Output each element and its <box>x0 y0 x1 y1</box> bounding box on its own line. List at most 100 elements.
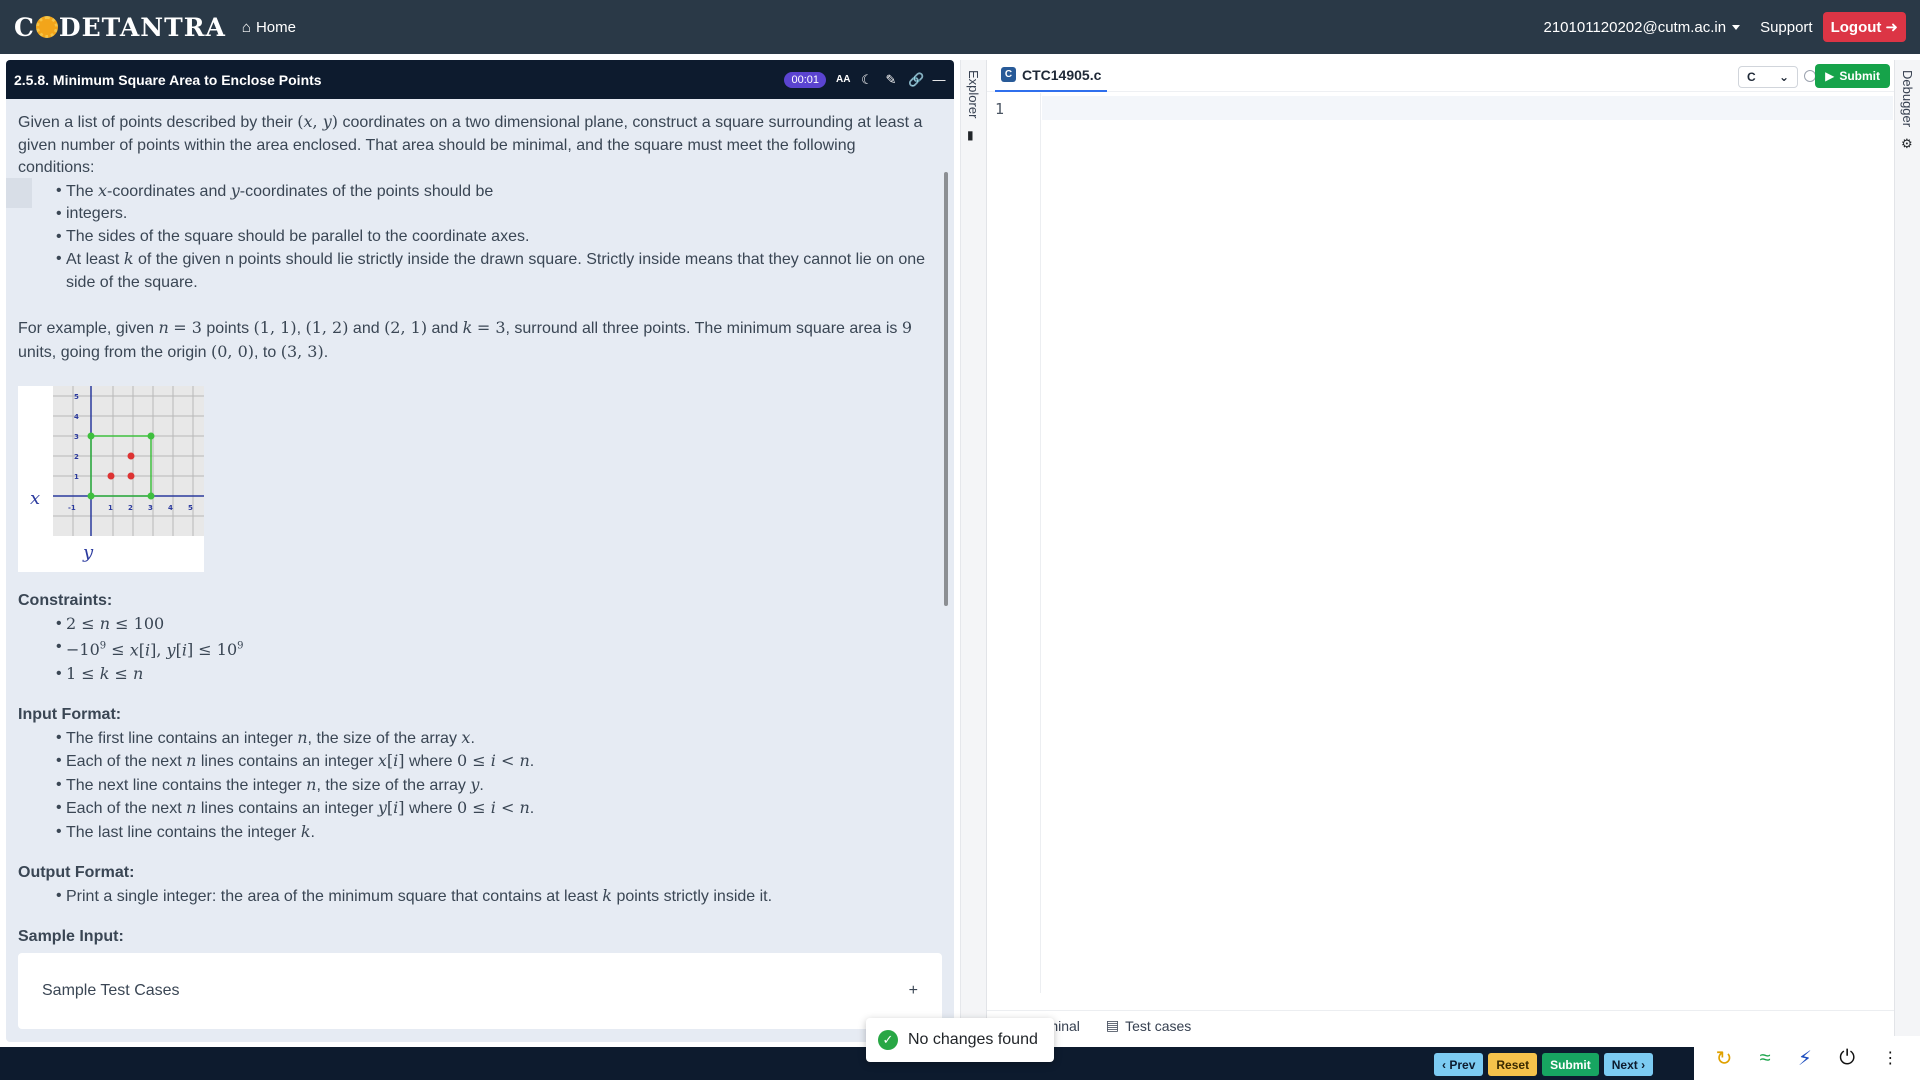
user-email: 210101120202@cutm.ac.in <box>1543 18 1727 36</box>
edit-icon[interactable]: ✎ <box>884 72 898 88</box>
svg-text:5: 5 <box>188 504 193 512</box>
submit-button[interactable]: Submit <box>1542 1053 1599 1076</box>
language-select[interactable]: C ⌄ <box>1738 66 1798 88</box>
system-tray: ↻ ≈ ⚡ ⏻ ⋮ <box>1694 1036 1920 1080</box>
prev-label: Prev <box>1449 1057 1476 1072</box>
power-icon[interactable]: ⏻ <box>1839 1047 1855 1070</box>
list-item: Each of the next n lines contains an int… <box>56 797 929 821</box>
example-paragraph: For example, given n = 3 points (1, 1), … <box>18 318 913 361</box>
intro-paragraph: Given a list of points described by thei… <box>18 112 923 176</box>
svg-text:3: 3 <box>74 433 79 441</box>
user-menu[interactable]: 210101120202@cutm.ac.in <box>1543 18 1741 36</box>
sample-test-cases-title: Sample Test Cases <box>42 982 180 999</box>
file-tab[interactable]: C CTC14905.c <box>995 60 1108 92</box>
sun-icon <box>35 16 58 38</box>
scrollbar[interactable] <box>944 172 948 606</box>
svg-text:y: y <box>82 542 94 563</box>
svg-text:x: x <box>30 488 40 509</box>
testcases-icon: ▤ <box>1105 1017 1120 1033</box>
logout-button[interactable]: Logout ➜ <box>1822 12 1906 42</box>
language-value: C <box>1747 70 1756 84</box>
testcases-label: Test cases <box>1125 1017 1192 1034</box>
refresh-icon[interactable]: ↻ <box>1716 1046 1733 1071</box>
gear-icon: ⚙ <box>1901 136 1913 151</box>
list-item: integers. <box>56 203 929 226</box>
list-item: 2 ≤ n ≤ 100 <box>56 613 929 637</box>
output-format-heading: Output Format: <box>18 864 135 882</box>
conditions-list: The x-coordinates and y-coordinates of t… <box>56 180 929 295</box>
list-item: Print a single integer: the area of the … <box>56 885 929 909</box>
list-item: At least k of the given n points should … <box>56 248 929 294</box>
question-title: 2.5.8. Minimum Square Area to Enclose Po… <box>14 71 322 88</box>
editor-submit-button[interactable]: ▶ Submit <box>1815 64 1890 88</box>
svg-text:2: 2 <box>128 504 133 512</box>
question-panel: 2.5.8. Minimum Square Area to Enclose Po… <box>6 60 954 1042</box>
svg-text:5: 5 <box>74 393 79 401</box>
example-figure: 5 4 3 2 1 -1 1 2 3 4 5 x y <box>18 386 204 572</box>
file-name: CTC14905.c <box>1022 66 1102 83</box>
list-item: The sides of the square should be parall… <box>56 226 929 249</box>
svg-text:4: 4 <box>74 413 79 421</box>
dark-mode-icon[interactable]: ☾ <box>860 72 874 88</box>
toast-message: No changes found <box>908 1031 1038 1048</box>
constraints-heading: Constraints: <box>18 592 113 609</box>
explorer-tab[interactable]: Explorer <box>966 70 981 118</box>
svg-text:-1: -1 <box>68 504 76 512</box>
wifi-icon[interactable]: ≈ <box>1760 1047 1771 1070</box>
c-file-icon: C <box>1001 67 1016 82</box>
next-label: Next <box>1611 1057 1638 1072</box>
list-item: −109 ≤ x[i], y[i] ≤ 109 <box>56 636 929 663</box>
link-icon[interactable]: 🔗 <box>908 72 924 88</box>
next-button[interactable]: Next › <box>1603 1053 1654 1076</box>
reset-button[interactable]: Reset <box>1488 1053 1538 1076</box>
list-item: The first line contains an integer n, th… <box>56 727 929 751</box>
more-icon[interactable]: ⋮ <box>1882 1048 1898 1068</box>
side-tab[interactable] <box>6 178 32 208</box>
constraints-list: 2 ≤ n ≤ 100 −109 ≤ x[i], y[i] ≤ 109 1 ≤ … <box>56 613 929 687</box>
question-header: 2.5.8. Minimum Square Area to Enclose Po… <box>6 60 954 99</box>
input-format-list: The first line contains an integer n, th… <box>56 727 929 845</box>
svg-text:4: 4 <box>168 504 173 512</box>
logout-icon: ➜ <box>1885 19 1898 36</box>
sample-input-heading: Sample Input: <box>18 928 124 946</box>
logout-label: Logout <box>1830 18 1882 36</box>
support-link[interactable]: Support <box>1760 19 1813 36</box>
explorer-strip[interactable]: Explorer ▮ <box>961 60 987 1043</box>
timer-badge: 00:01 <box>784 71 826 88</box>
files-icon: ▮ <box>967 128 974 142</box>
list-item: Each of the next n lines contains an int… <box>56 750 929 774</box>
home-link[interactable]: ⌂ Home <box>242 19 296 36</box>
prev-button[interactable]: ‹ Prev <box>1434 1053 1484 1076</box>
list-item: 1 ≤ k ≤ n <box>56 663 929 687</box>
bolt-off-icon[interactable]: ⚡ <box>1798 1046 1812 1071</box>
line-number: 1 <box>995 100 1005 118</box>
toast-notification: ✓ No changes found <box>866 1018 1054 1062</box>
minimize-icon[interactable]: — <box>932 72 946 87</box>
text-size-icon[interactable]: AA <box>836 74 850 85</box>
sample-test-cases-card[interactable]: Sample Test Cases + <box>18 953 942 1029</box>
svg-text:1: 1 <box>74 473 79 481</box>
brand-logo[interactable]: C DETANTRA <box>14 13 226 42</box>
list-item: The next line contains the integer n, th… <box>56 774 929 798</box>
home-icon: ⌂ <box>241 18 251 36</box>
svg-text:1: 1 <box>108 504 113 512</box>
list-item: The x-coordinates and y-coordinates of t… <box>56 180 929 204</box>
editor-panel: Explorer ▮ C CTC14905.c C ⌄ ▶ Submit 1 T… <box>960 60 1920 1043</box>
line-gutter <box>987 93 1041 993</box>
editor-submit-label: Submit <box>1839 69 1880 83</box>
home-label: Home <box>255 18 296 36</box>
caret-down-icon <box>1732 24 1741 30</box>
output-format-list: Print a single integer: the area of the … <box>56 885 929 909</box>
debugger-tab[interactable]: Debugger <box>1900 70 1915 127</box>
question-body: Given a list of points described by thei… <box>6 99 941 1042</box>
active-line-highlight <box>1042 96 1893 120</box>
list-item: The last line contains the integer k. <box>56 821 929 845</box>
code-editor[interactable] <box>1042 120 1893 1000</box>
svg-text:2: 2 <box>74 453 79 461</box>
chevron-down-icon: ⌄ <box>1778 70 1789 84</box>
debugger-strip[interactable]: Debugger ⚙ <box>1894 60 1920 1043</box>
expand-icon[interactable]: + <box>909 982 918 1000</box>
top-navbar: C DETANTRA ⌂ Home 210101120202@cutm.ac.in… <box>0 0 1920 54</box>
testcases-tab[interactable]: ▤ Test cases <box>1106 1017 1191 1034</box>
check-circle-icon: ✓ <box>878 1030 898 1050</box>
